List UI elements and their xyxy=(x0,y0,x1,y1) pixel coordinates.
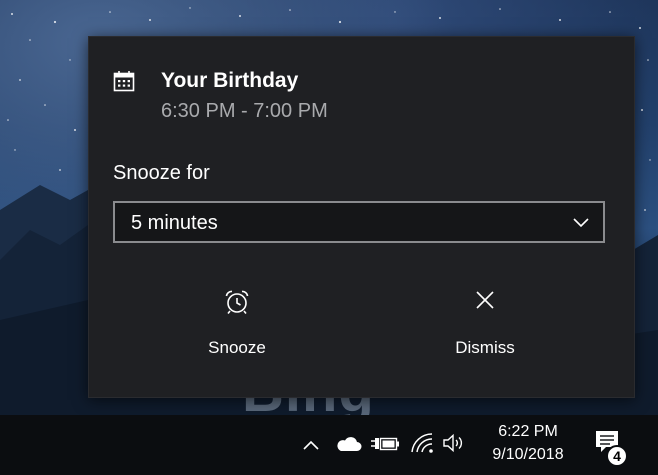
onedrive-cloud-icon[interactable] xyxy=(334,435,362,453)
action-center-button[interactable]: 4 xyxy=(590,429,634,469)
event-time-range: 6:30 PM - 7:00 PM xyxy=(161,100,328,122)
dismiss-button[interactable]: Dismiss xyxy=(385,282,585,362)
clock-time: 6:22 PM xyxy=(498,423,558,440)
wifi-icon[interactable] xyxy=(410,432,434,454)
toast-title: Your Birthday xyxy=(161,69,299,92)
chevron-up-icon[interactable] xyxy=(302,439,320,451)
snooze-button-label: Snooze xyxy=(208,338,266,357)
snooze-button[interactable]: Snooze xyxy=(137,282,337,362)
taskbar-clock[interactable]: 6:22 PM 9/10/2018 xyxy=(478,420,578,466)
toast-header: Your Birthday 6:30 PM - 7:00 PM xyxy=(111,67,611,127)
volume-icon[interactable] xyxy=(442,433,466,453)
reminder-toast: Your Birthday 6:30 PM - 7:00 PM Snooze f… xyxy=(88,36,635,398)
dismiss-button-label: Dismiss xyxy=(455,338,515,357)
chevron-down-icon xyxy=(573,218,589,228)
clock-date: 9/10/2018 xyxy=(492,446,564,463)
battery-plug-icon[interactable] xyxy=(370,435,400,453)
calendar-icon xyxy=(113,71,135,92)
close-icon xyxy=(476,291,494,309)
alarm-clock-icon xyxy=(225,290,249,314)
taskbar: 6:22 PM 9/10/2018 4 xyxy=(0,415,658,475)
snooze-selected-value: 5 minutes xyxy=(131,212,218,234)
snooze-duration-select[interactable]: 5 minutes xyxy=(113,201,605,243)
snooze-label: Snooze for xyxy=(113,162,210,184)
notification-count-badge: 4 xyxy=(606,445,628,467)
